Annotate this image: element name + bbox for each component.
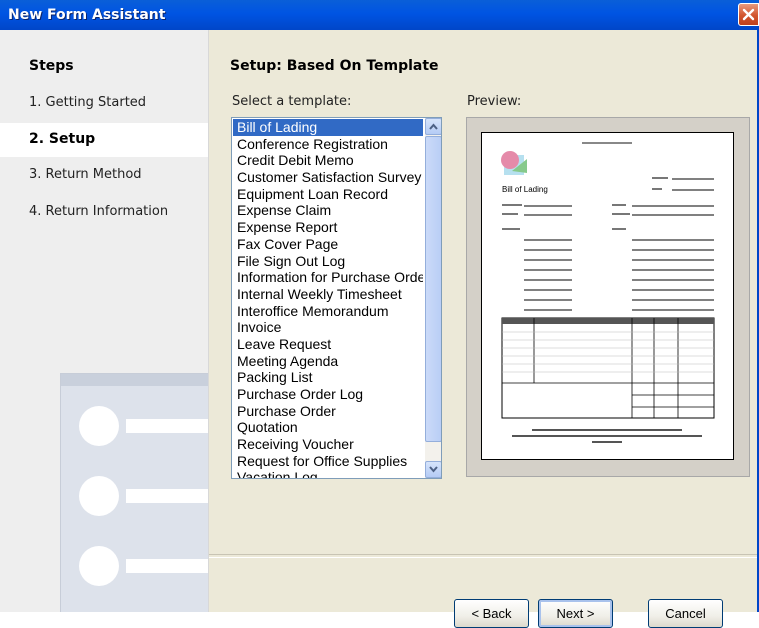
step-getting-started[interactable]: 1. Getting Started [0,87,208,121]
template-list-item[interactable]: Expense Report [233,219,423,236]
preview-label: Preview: [467,94,522,109]
window-title: New Form Assistant [8,7,166,23]
template-list-item[interactable]: File Sign Out Log [233,253,423,270]
template-list-item[interactable]: Fax Cover Page [233,236,423,253]
scroll-up-button[interactable] [425,118,441,135]
step-label: 2. Setup [29,131,96,147]
preview-doc-title: Bill of Lading [502,185,548,194]
template-list-item[interactable]: Purchase Order [233,403,423,420]
select-template-label: Select a template: [232,94,352,109]
template-list-item[interactable]: Credit Debit Memo [233,152,423,169]
template-list-item[interactable]: Information for Purchase Order [233,269,423,286]
template-list-item[interactable]: Conference Registration [233,136,423,153]
template-list-item[interactable]: Leave Request [233,336,423,353]
main-panel: Setup: Based On Template Select a templa… [209,30,757,628]
template-list-item[interactable]: Invoice [233,319,423,336]
step-return-method[interactable]: 3. Return Method [0,159,208,193]
template-list-item[interactable]: Purchase Order Log [233,386,423,403]
page-title: Setup: Based On Template [230,58,439,74]
step-label: 1. Getting Started [29,95,147,110]
scroll-down-button[interactable] [425,461,441,478]
template-list: Bill of Lading Conference Registration Cre… [233,119,423,478]
template-list-item[interactable]: Expense Claim [233,202,423,219]
scroll-thumb[interactable] [425,136,441,442]
template-list-item[interactable]: Equipment Loan Record [233,186,423,203]
next-button[interactable]: Next > [538,599,613,628]
divider [209,554,757,558]
form-thumbnail: Bill of Lading [501,142,715,443]
form-watermark-graphic [60,373,208,612]
template-list-item[interactable]: Vacation Log [233,469,423,478]
template-list-item[interactable]: Receiving Voucher [233,436,423,453]
close-icon [742,8,755,21]
step-setup[interactable]: 2. Setup [0,123,208,157]
close-button[interactable] [738,3,759,26]
step-return-information[interactable]: 4. Return Information [0,196,208,230]
listbox-scrollbar[interactable] [425,118,441,478]
cancel-button[interactable]: Cancel [648,599,723,628]
steps-sidebar: Steps 1. Getting Started 2. Setup 3. Ret… [0,30,209,612]
step-label: 3. Return Method [29,167,142,182]
step-label: 4. Return Information [29,204,169,219]
template-list-item[interactable]: Interoffice Memorandum [233,303,423,320]
chevron-down-icon [429,466,438,473]
steps-heading: Steps [29,58,74,74]
title-bar: New Form Assistant [0,0,759,30]
template-list-item[interactable]: Bill of Lading [233,119,423,136]
template-list-item[interactable]: Request for Office Supplies [233,453,423,470]
preview-page: Bill of Lading [481,132,734,460]
chevron-up-icon [429,123,438,130]
template-list-item[interactable]: Customer Satisfaction Survey [233,169,423,186]
back-button[interactable]: < Back [454,599,529,628]
template-list-item[interactable]: Internal Weekly Timesheet [233,286,423,303]
template-list-item[interactable]: Meeting Agenda [233,353,423,370]
template-list-item[interactable]: Quotation [233,419,423,436]
template-list-item[interactable]: Packing List [233,369,423,386]
template-listbox[interactable]: Bill of Lading Conference Registration Cre… [231,117,442,479]
template-preview: Bill of Lading [466,117,750,477]
